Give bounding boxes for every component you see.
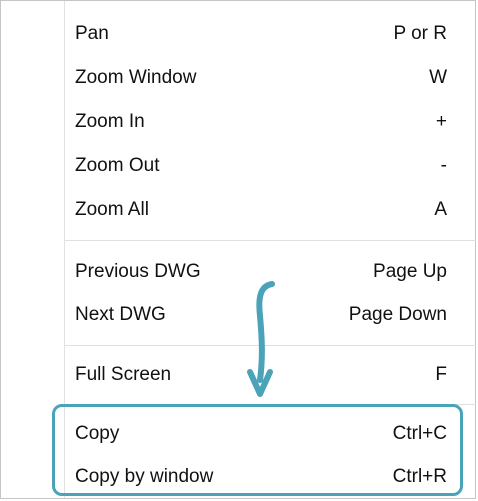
menu-item-label: Zoom Out — [75, 155, 160, 176]
menu-item-shortcut: F — [435, 364, 447, 385]
menu-item-shortcut: P or R — [393, 23, 447, 44]
menu-item-label: Previous DWG — [75, 261, 201, 282]
menu-separator — [65, 240, 476, 241]
menu-item-shortcut: Page Up — [373, 261, 447, 282]
menu-item-label: Full Screen — [75, 364, 172, 385]
menu-item-zoom-all[interactable]: Zoom All A — [75, 194, 447, 226]
curved-arrow-down-icon — [247, 281, 275, 397]
menu-item-label: Zoom All — [75, 199, 149, 220]
menu-item-zoom-in[interactable]: Zoom In + — [75, 106, 447, 138]
highlight-box — [52, 404, 463, 496]
menu-item-shortcut: - — [440, 155, 447, 176]
menu-item-label: Zoom In — [75, 111, 145, 132]
menu-item-label: Zoom Window — [75, 67, 197, 88]
menu-item-label: Next DWG — [75, 304, 166, 325]
menu-item-zoom-window[interactable]: Zoom Window W — [75, 62, 447, 94]
menu-item-shortcut: Page Down — [348, 304, 447, 325]
menu-item-shortcut: W — [429, 67, 447, 88]
menu-item-zoom-out[interactable]: Zoom Out - — [75, 150, 447, 182]
menu-item-pan[interactable]: Pan P or R — [75, 18, 447, 50]
menu-item-shortcut: A — [434, 199, 447, 220]
menu-item-label: Pan — [75, 23, 109, 44]
menu-item-shortcut: + — [435, 111, 447, 132]
